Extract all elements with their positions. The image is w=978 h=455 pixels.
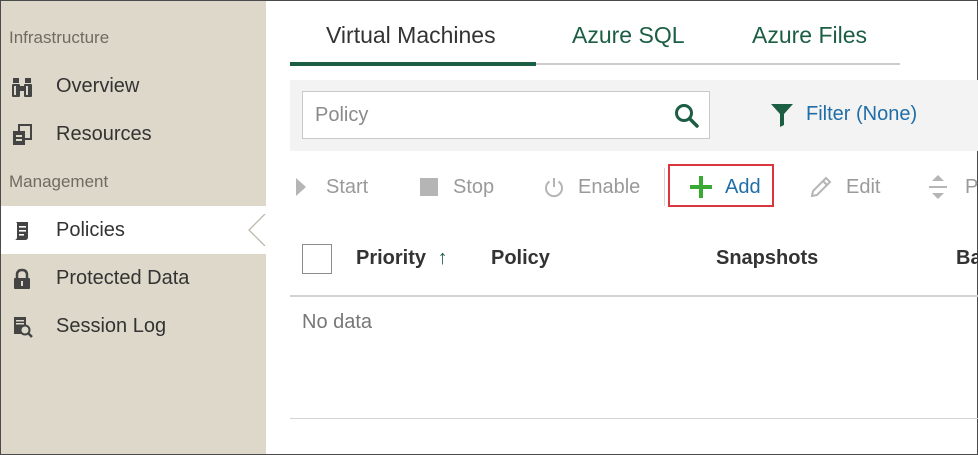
stop-button[interactable]: Stop [419,171,494,203]
power-icon [545,178,563,198]
sidebar-item-label: Policies [56,218,125,241]
sidebar-section-infrastructure: Infrastructure [9,28,110,47]
lock-icon [14,268,30,289]
sidebar-item-label: Protected Data [56,266,190,289]
sidebar-item-overview[interactable]: Overview [1,62,266,110]
priority-label: P [965,175,978,198]
column-header-snapshots[interactable]: Snapshots [716,247,818,270]
priority-arrows-icon [929,175,947,199]
policy-document-icon [14,222,28,240]
sidebar-section-management: Management [9,172,109,191]
sort-ascending-icon: ↑ [437,247,448,269]
sidebar-item-label: Resources [56,122,152,145]
tab-azure-sql[interactable]: Azure SQL [572,22,685,49]
search-box[interactable] [302,91,710,139]
stop-label: Stop [453,175,495,198]
column-header-backups[interactable]: Ba [956,247,978,270]
binoculars-icon [12,78,32,97]
filter-icon [771,104,793,127]
enable-label: Enable [578,175,641,198]
active-indicator [248,214,266,246]
enable-button[interactable]: Enable [543,171,640,203]
resources-icon [13,124,32,145]
edit-button[interactable]: Edit [809,171,880,203]
select-all-checkbox[interactable] [302,244,332,274]
start-label: Start [326,175,369,198]
table-header-divider [290,295,978,297]
add-highlight-box [668,164,774,207]
edit-label: Edit [846,175,881,198]
sidebar-item-session-log[interactable]: Session Log [1,302,266,350]
priority-button[interactable]: P [928,171,978,203]
sidebar-item-label: Session Log [56,314,167,337]
tab-active-indicator [290,62,536,66]
tab-azure-files[interactable]: Azure Files [752,22,867,49]
empty-state-text: No data [302,311,373,333]
pencil-icon [810,176,832,198]
stop-icon [420,178,438,196]
column-header-policy[interactable]: Policy [491,247,550,270]
toolbar-separator [664,168,665,206]
sidebar-item-policies[interactable]: Policies [1,206,267,254]
search-icon[interactable] [673,102,701,130]
tab-virtual-machines[interactable]: Virtual Machines [326,22,496,49]
column-header-priority-label: Priority [356,247,427,269]
start-button[interactable]: Start [294,171,368,203]
play-icon [296,178,306,196]
search-input[interactable] [315,102,655,128]
sidebar-item-protected-data[interactable]: Protected Data [1,254,266,302]
sidebar-item-label: Overview [56,74,140,97]
sidebar: Infrastructure Overview Resources Manage… [1,1,267,454]
session-log-icon [14,317,33,338]
sidebar-item-resources[interactable]: Resources [1,110,266,158]
column-header-priority[interactable]: Priority ↑ [356,247,448,270]
table-bottom-divider [290,418,978,419]
filter-label: Filter (None) [806,103,918,125]
